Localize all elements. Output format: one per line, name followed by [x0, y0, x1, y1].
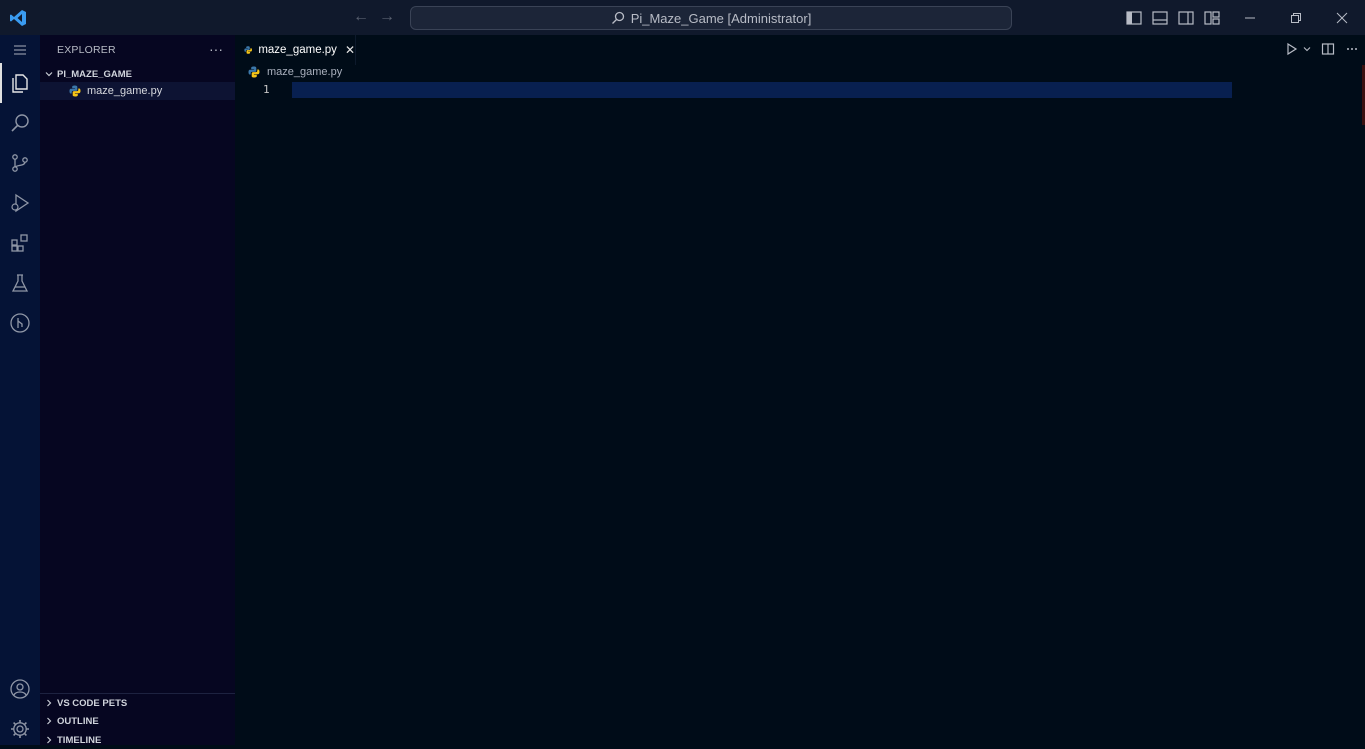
code-editor[interactable]: 1 — [235, 80, 1365, 745]
section-label: TIMELINE — [57, 734, 102, 746]
run-debug-icon — [11, 193, 30, 213]
line-number: 1 — [263, 83, 270, 96]
source-control-icon — [12, 154, 28, 172]
layout-controls — [1125, 9, 1221, 27]
settings-gear-icon — [11, 720, 29, 738]
explorer-sidebar: EXPLORER ··· PI_MAZE_GAME maze_game.py V… — [40, 35, 235, 746]
section-vs-code-pets[interactable]: VS CODE PETS — [40, 694, 235, 712]
current-line-highlight — [292, 82, 1232, 98]
file-item[interactable]: maze_game.py — [40, 82, 235, 100]
activity-testing[interactable] — [0, 263, 40, 303]
activity-run-debug[interactable] — [0, 183, 40, 223]
close-tab-button[interactable]: ✕ — [345, 43, 355, 57]
chevron-down-icon[interactable] — [1303, 45, 1311, 53]
editor-tab[interactable]: maze_game.py ✕ — [235, 35, 356, 65]
testing-icon — [11, 274, 29, 292]
search-icon — [611, 11, 624, 24]
folder-row[interactable]: PI_MAZE_GAME — [40, 65, 235, 83]
git-graph-icon — [10, 313, 30, 333]
title-bar: ← → Pi_Maze_Game [Administrator] — [0, 0, 1365, 35]
activity-search[interactable] — [0, 103, 40, 143]
vscode-logo-icon — [10, 10, 26, 26]
toggle-primary-sidebar-icon[interactable] — [1125, 9, 1143, 27]
arrow-left-icon[interactable]: ← — [352, 8, 370, 26]
activity-bar — [0, 35, 40, 745]
restore-button[interactable] — [1273, 0, 1319, 35]
chevron-right-icon — [47, 717, 52, 725]
editor-tab-bar: maze_game.py ✕ — [235, 35, 1365, 65]
section-label: OUTLINE — [57, 715, 99, 727]
toggle-panel-icon[interactable] — [1151, 9, 1169, 27]
menu-icon — [14, 45, 26, 55]
activity-accounts[interactable] — [0, 669, 40, 709]
navigation-arrows: ← → — [352, 8, 396, 26]
arrow-right-icon[interactable]: → — [378, 8, 396, 26]
command-center-search[interactable]: Pi_Maze_Game [Administrator] — [410, 6, 1012, 30]
restore-icon — [1291, 12, 1301, 23]
file-name: maze_game.py — [87, 85, 163, 97]
python-file-icon — [244, 46, 252, 54]
breadcrumb-file: maze_game.py — [267, 66, 343, 78]
toggle-secondary-sidebar-icon[interactable] — [1177, 9, 1195, 27]
explorer-icon — [12, 74, 28, 93]
customize-layout-icon[interactable] — [1203, 9, 1221, 27]
breadcrumb[interactable]: maze_game.py — [248, 66, 342, 78]
python-file-icon — [69, 85, 81, 97]
split-editor-icon[interactable] — [1321, 42, 1335, 56]
activity-extensions[interactable] — [0, 223, 40, 263]
minimize-button[interactable] — [1227, 0, 1273, 35]
section-outline[interactable]: OUTLINE — [40, 712, 235, 730]
close-window-button[interactable] — [1319, 0, 1365, 35]
close-icon — [1336, 12, 1348, 23]
editor-actions — [1285, 42, 1359, 56]
section-timeline[interactable]: TIMELINE — [40, 731, 235, 749]
sidebar-title: EXPLORER — [57, 44, 116, 56]
minimize-icon — [1245, 17, 1255, 18]
chevron-right-icon — [47, 736, 52, 744]
python-file-icon — [248, 66, 260, 78]
extensions-icon — [11, 234, 28, 252]
folder-name: PI_MAZE_GAME — [57, 68, 132, 80]
search-icon — [11, 114, 29, 132]
command-center-label: Pi_Maze_Game [Administrator] — [630, 10, 812, 26]
window-controls — [1227, 0, 1365, 35]
activity-explorer[interactable] — [0, 63, 40, 103]
activity-manage[interactable] — [0, 709, 40, 749]
chevron-right-icon — [47, 699, 52, 707]
more-actions-icon[interactable] — [1345, 42, 1359, 56]
activity-source-control[interactable] — [0, 143, 40, 183]
run-file-icon[interactable] — [1285, 42, 1299, 56]
tab-label: maze_game.py — [258, 44, 337, 56]
section-label: VS CODE PETS — [57, 697, 128, 709]
activity-git-graph[interactable] — [0, 303, 40, 343]
account-icon — [10, 679, 30, 699]
more-actions-button[interactable]: ··· — [209, 41, 223, 57]
chevron-down-icon — [45, 72, 53, 77]
